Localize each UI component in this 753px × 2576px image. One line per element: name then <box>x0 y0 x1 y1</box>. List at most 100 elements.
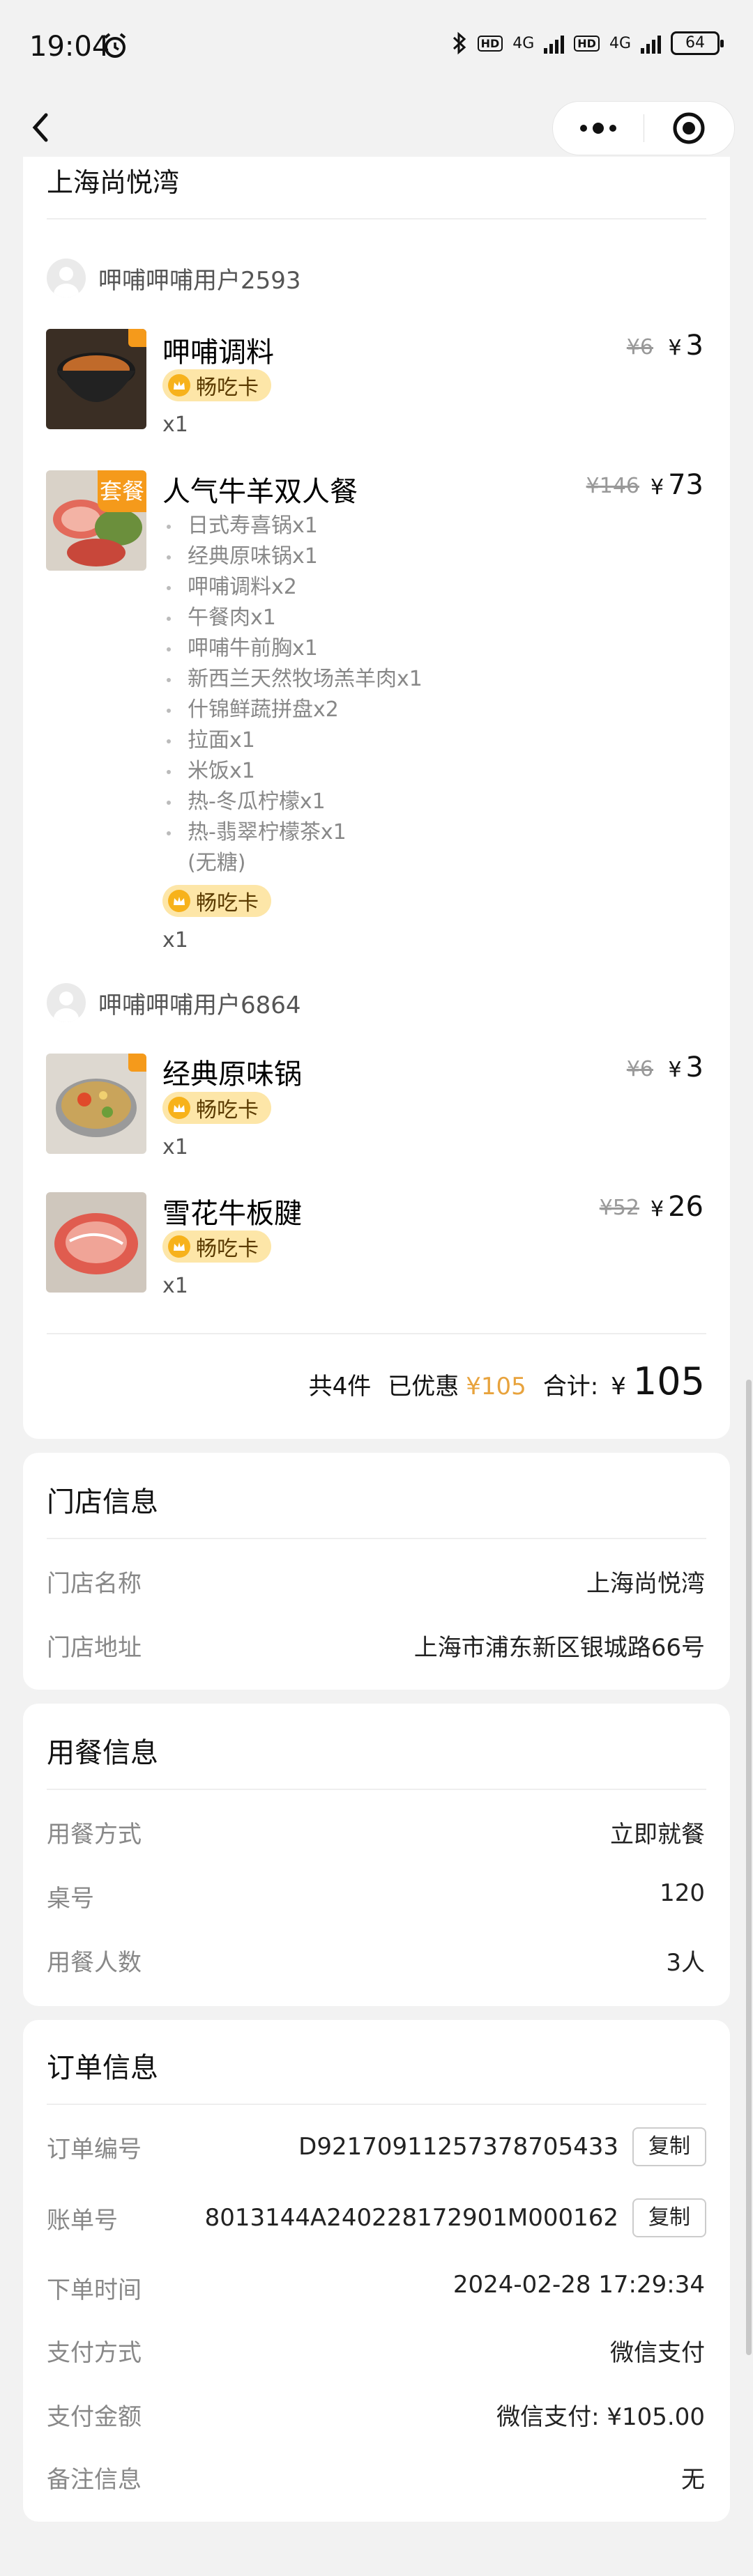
store-info-card: 门店信息 门店名称 上海尚悦湾 门店地址 上海市浦东新区银城路66号 <box>23 1453 730 1690</box>
divider <box>47 218 706 219</box>
vip-card-pill: 畅吃卡 <box>162 1231 271 1263</box>
crown-icon <box>168 1097 190 1119</box>
avatar <box>47 259 86 298</box>
dining-info-card: 用餐信息 用餐方式 立即就餐 桌号 120 用餐人数 3人 <box>23 1704 730 2006</box>
status-icons: HD 4G HD 4G 64 <box>451 31 724 56</box>
combo-item: 午餐肉x1 <box>162 603 511 633</box>
vip-card-label: 畅吃卡 <box>196 891 259 916</box>
nav-bar <box>0 94 753 160</box>
remark-value: 无 <box>681 2466 705 2494</box>
signal-icon <box>544 33 565 54</box>
item-image-hotpot[interactable] <box>46 1054 146 1154</box>
table-number-label: 桌号 <box>47 1885 94 1913</box>
alarm-icon <box>104 33 126 58</box>
combo-item: 新西兰天然牧场羔羊肉x1 <box>162 664 511 695</box>
item-quantity: x1 <box>162 1274 188 1298</box>
store-name-label: 门店名称 <box>47 1570 142 1598</box>
combo-item: 米饭x1 <box>162 756 511 787</box>
status-bar: 19:04 HD 4G HD 4G 64 <box>0 0 753 94</box>
item-quantity: x1 <box>162 412 188 437</box>
item-name: 经典原味锅 <box>162 1058 302 1090</box>
party-size-label: 用餐人数 <box>47 1949 142 1977</box>
store-address-label: 门店地址 <box>47 1634 142 1662</box>
divider <box>47 1789 706 1790</box>
discount-amount: ¥105 <box>466 1373 526 1401</box>
divider <box>47 1538 706 1539</box>
section-title: 门店信息 <box>47 1486 158 1518</box>
vip-card-pill: 畅吃卡 <box>162 885 271 917</box>
table-number-value: 120 <box>660 1879 705 1907</box>
user-row: 呷哺呷哺用户6864 <box>47 983 301 1022</box>
order-number-value: D921709112573787054​33 <box>298 2133 618 2161</box>
combo-item: 呷哺调料x2 <box>162 572 511 603</box>
order-total-row: 共4件 已优惠 ¥105 合计: ¥ 105 <box>309 1359 705 1403</box>
total-currency: ¥ <box>611 1373 626 1401</box>
combo-item: 什锦鲜蔬拼盘x2 <box>162 695 511 725</box>
scrollbar[interactable] <box>746 1380 752 2355</box>
party-size-value: 3人 <box>666 1949 705 1977</box>
item-name: 雪花牛板腱 <box>162 1198 302 1230</box>
order-items-card: 上海尚悦湾 呷哺呷哺用户2593 呷哺调料 ¥6 ¥3 畅吃卡 x1 套餐 人气… <box>23 157 730 1439</box>
item-image-seasoning[interactable] <box>46 329 146 429</box>
item-price: ¥73 <box>651 469 703 501</box>
combo-item-note: (无糖) <box>188 851 246 875</box>
total-amount: 105 <box>632 1359 705 1403</box>
status-time: 19:04 <box>29 31 110 63</box>
item-original-price: ¥6 <box>626 335 653 360</box>
order-info-card: 订单信息 订单编号 D921709112573787054​33 复制 账单号 … <box>23 2020 730 2522</box>
discount-label: 已优惠 <box>388 1373 459 1401</box>
vip-card-label: 畅吃卡 <box>196 1237 259 1261</box>
battery-icon: 64 <box>671 31 724 55</box>
item-quantity: x1 <box>162 1135 188 1159</box>
network-label: 4G <box>512 34 535 52</box>
order-time-value: 2024-02-28 17:29:34 <box>452 2271 705 2299</box>
user-name: 呷哺呷哺用户2593 <box>98 266 301 295</box>
bill-number-value: 8013144A240228172901M000162 <box>204 2204 618 2232</box>
payment-amount-value: 微信支付: ¥105.00 <box>496 2403 705 2431</box>
section-title: 订单信息 <box>47 2052 158 2084</box>
vip-card-label: 畅吃卡 <box>196 376 259 400</box>
item-quantity: x1 <box>162 928 188 952</box>
copy-bill-number-button[interactable]: 复制 <box>632 2198 706 2237</box>
dining-mode-label: 用餐方式 <box>47 1821 142 1849</box>
combo-corner-badge: 套餐 <box>98 470 146 512</box>
network-label-2: 4G <box>609 34 631 52</box>
combo-item: 拉面x1 <box>162 725 511 756</box>
item-original-price: ¥52 <box>599 1196 639 1220</box>
item-image-combo[interactable]: 套餐 <box>46 470 146 571</box>
crown-icon <box>168 1235 190 1258</box>
combo-item: 热-翡翠柠檬茶x1 <box>162 817 511 848</box>
vip-card-pill: 畅吃卡 <box>162 369 271 401</box>
copy-order-number-button[interactable]: 复制 <box>632 2127 706 2166</box>
vip-card-label: 畅吃卡 <box>196 1098 259 1123</box>
combo-item: 日式寿喜锅x1 <box>162 511 511 541</box>
hd-badge: HD <box>477 35 503 52</box>
vip-card-pill: 畅吃卡 <box>162 1092 271 1124</box>
store-name-value: 上海尚悦湾 <box>586 1570 705 1598</box>
item-original-price: ¥146 <box>586 474 639 498</box>
order-time-label: 下单时间 <box>47 2276 142 2304</box>
dining-mode-value: 立即就餐 <box>610 1821 705 1849</box>
store-address-value: 上海市浦东新区银城路66号 <box>413 1634 705 1662</box>
divider <box>47 1333 706 1334</box>
item-image-beef[interactable] <box>46 1192 146 1293</box>
store-name-heading: 上海尚悦湾 <box>47 167 180 198</box>
combo-contents-list: 日式寿喜锅x1 经典原味锅x1 呷哺调料x2 午餐肉x1 呷哺牛前胸x1 新西兰… <box>162 511 511 879</box>
more-icon[interactable] <box>553 102 644 155</box>
combo-item: 呷哺牛前胸x1 <box>162 633 511 664</box>
crown-icon <box>168 890 190 912</box>
user-row: 呷哺呷哺用户2593 <box>47 259 301 298</box>
bluetooth-icon <box>452 31 466 55</box>
hd-badge-2: HD <box>574 35 600 52</box>
payment-method-value: 微信支付 <box>610 2339 705 2367</box>
section-title: 用餐信息 <box>47 1737 158 1769</box>
order-number-label: 订单编号 <box>47 2136 142 2164</box>
signal-icon-2 <box>641 33 661 54</box>
close-miniprogram-icon[interactable] <box>644 102 735 155</box>
item-price: ¥26 <box>651 1191 703 1223</box>
payment-amount-label: 支付金额 <box>47 2403 142 2431</box>
item-count: 共4件 <box>308 1373 372 1401</box>
item-original-price: ¥6 <box>626 1057 653 1081</box>
back-arrow-icon[interactable] <box>26 107 54 148</box>
item-corner-badge <box>128 1054 146 1072</box>
